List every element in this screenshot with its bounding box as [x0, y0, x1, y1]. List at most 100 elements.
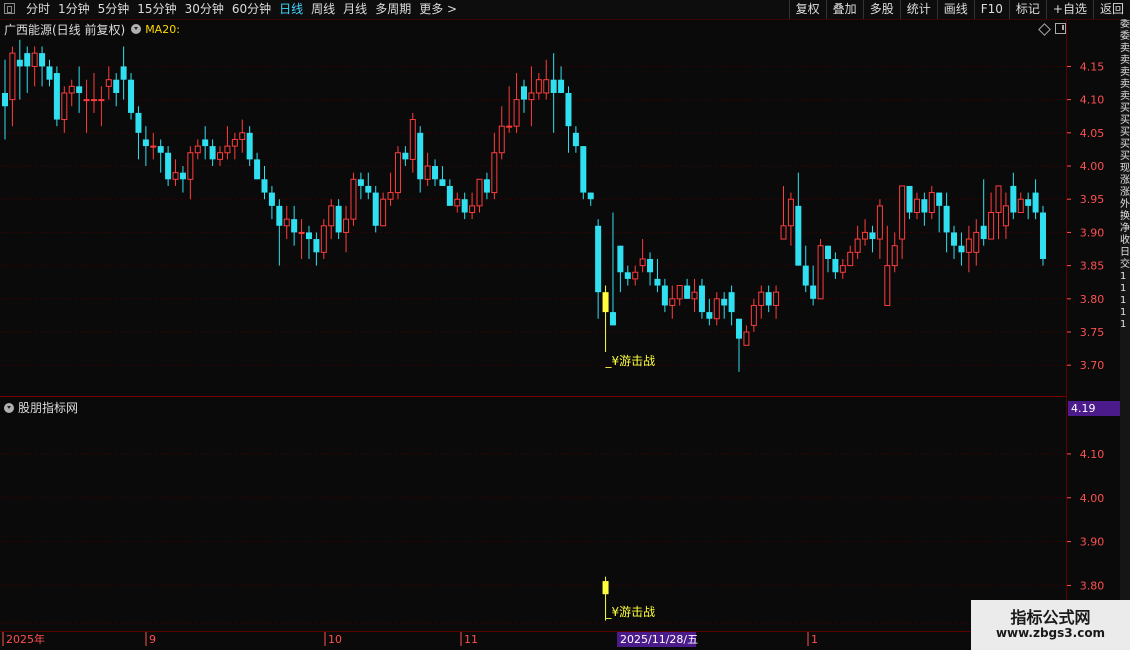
candle-body — [958, 245, 965, 253]
candle-body — [936, 192, 943, 206]
toolbar-button[interactable]: 统计 — [899, 0, 937, 19]
candle-body — [639, 258, 646, 267]
quote-panel-edge: 委委卖卖卖卖卖买买买买买现涨涨外换净收日交11111 — [1120, 19, 1130, 631]
candle-body — [320, 225, 327, 253]
candle-body — [1017, 198, 1024, 214]
candle-body — [380, 198, 387, 227]
candle-body — [617, 245, 624, 273]
candle-body — [357, 179, 364, 186]
candle-body — [254, 159, 261, 180]
watermark-url: www.zbgs3.com — [995, 626, 1106, 640]
chart-title-row: 广西能源(日线 前复权) MA20: — [4, 21, 180, 37]
candle-body — [268, 192, 275, 206]
candle-body — [713, 298, 720, 320]
candle-body — [298, 231, 305, 234]
price-label: 4.10 — [1080, 94, 1105, 107]
quote-label: 收 — [1120, 235, 1130, 246]
window-icon[interactable] — [4, 3, 15, 14]
period-tab[interactable]: 多周期 — [371, 0, 415, 19]
candle-body — [506, 125, 513, 128]
period-tab[interactable]: 5分钟 — [94, 0, 134, 19]
candle-body — [928, 192, 935, 214]
candle-body — [365, 185, 372, 193]
candle-body — [105, 79, 112, 87]
signal-annotation: _¥游击战 — [605, 354, 656, 368]
toolbar-button[interactable]: 复权 — [788, 0, 826, 19]
candle-body — [483, 179, 490, 193]
quote-label: 交 — [1120, 259, 1130, 270]
candle-body — [328, 205, 335, 227]
candle-body — [1010, 185, 1017, 213]
candle-body — [142, 139, 149, 147]
price-label: 3.95 — [1080, 193, 1105, 206]
toolbar-button[interactable]: 多股 — [862, 0, 900, 19]
toolbar-button[interactable]: F10 — [973, 0, 1009, 19]
period-tab[interactable]: 分时 — [22, 0, 54, 19]
toolbar-button[interactable]: 叠加 — [825, 0, 863, 19]
indicator-title: 股朋指标网 — [18, 401, 79, 415]
quote-label: 买 — [1120, 115, 1130, 126]
period-tab[interactable]: 月线 — [339, 0, 371, 19]
candle-body — [736, 318, 743, 339]
candle-body — [313, 239, 320, 253]
price-label: 4.15 — [1080, 60, 1105, 73]
candle-body — [476, 178, 483, 207]
candle-body — [706, 312, 713, 319]
candle-body — [676, 285, 683, 300]
candle-body — [988, 212, 995, 240]
quote-label: 现 — [1120, 163, 1130, 174]
price-label: 3.90 — [1080, 536, 1105, 549]
period-tab[interactable]: 更多 > — [415, 0, 461, 19]
candle-body — [90, 99, 97, 102]
toolbar-button[interactable]: 返回 — [1092, 0, 1130, 19]
panel-toggle-icon[interactable] — [1055, 23, 1066, 34]
candle-body — [83, 99, 90, 102]
dropdown-circle-icon[interactable] — [131, 24, 142, 34]
candle-body — [980, 225, 987, 240]
quote-label: 卖 — [1120, 67, 1130, 78]
candle-body — [521, 86, 527, 100]
candle-body — [765, 292, 772, 306]
quote-label: 卖 — [1120, 55, 1130, 66]
toolbar-button[interactable]: +自选 — [1045, 0, 1093, 19]
toolbar-right-buttons: 复权 叠加 多股 统计 画线 F10 标记 +自选 返回 — [788, 0, 1130, 19]
candle-body — [1040, 212, 1046, 259]
price-label: 3.85 — [1080, 260, 1105, 273]
candle-body — [16, 59, 23, 67]
quote-label: 换 — [1120, 211, 1130, 222]
candle-body — [528, 92, 535, 101]
indicator-pane[interactable]: 4.10 4.00 3.90 3.80 _¥游击战 — [0, 418, 1120, 630]
period-tab[interactable]: 周线 — [307, 0, 339, 19]
period-tab[interactable]: 30分钟 — [181, 0, 228, 19]
toolbar-button[interactable]: 画线 — [936, 0, 974, 19]
candle-body — [550, 79, 557, 93]
candle-body — [802, 265, 809, 286]
date-label: 1 — [811, 633, 818, 646]
candle-body — [609, 312, 616, 326]
period-tab[interactable]: 1分钟 — [54, 0, 94, 19]
diamond-icon[interactable] — [1038, 23, 1051, 36]
candlestick-chart[interactable]: 4.15 4.10 4.05 4.00 3.95 3.90 3.85 3.80 3.75 3.70… — [0, 38, 1120, 396]
period-tab[interactable]: 日线 — [275, 0, 307, 19]
candle-body — [53, 73, 60, 120]
candle-body — [113, 79, 120, 93]
candle-body — [669, 298, 676, 306]
candle-body — [61, 92, 68, 121]
candle-body — [209, 146, 216, 160]
quote-label: 买 — [1120, 139, 1130, 150]
candle-body — [224, 145, 231, 154]
quote-label: 买 — [1120, 103, 1130, 114]
period-tab[interactable]: 15分钟 — [133, 0, 180, 19]
dropdown-circle-icon[interactable] — [4, 402, 14, 413]
candle-body — [839, 265, 846, 273]
candle-body — [469, 205, 476, 214]
quote-label: 卖 — [1120, 79, 1130, 90]
candle-body — [454, 198, 461, 207]
candle-body — [150, 145, 157, 148]
candle-body — [795, 205, 802, 266]
price-label: 3.80 — [1080, 293, 1105, 306]
period-tab[interactable]: 60分钟 — [228, 0, 275, 19]
candle-body — [876, 205, 883, 240]
toolbar-button[interactable]: 标记 — [1008, 0, 1046, 19]
candle-body — [1025, 199, 1032, 206]
